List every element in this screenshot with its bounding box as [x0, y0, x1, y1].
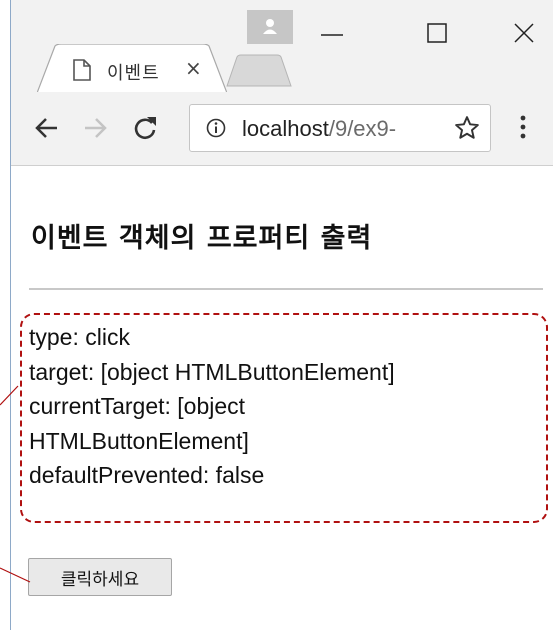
bookmark-star-icon[interactable]: [454, 115, 480, 141]
property-line: target: [object HTMLButtonElement]: [29, 358, 395, 385]
profile-button[interactable]: [247, 10, 293, 44]
forward-arrow-icon[interactable]: [81, 116, 109, 140]
property-line: currentTarget: [object: [29, 393, 246, 419]
close-icon[interactable]: [507, 18, 547, 48]
click-button[interactable]: 클릭하세요: [28, 558, 172, 596]
info-icon[interactable]: [206, 118, 226, 138]
divider: [29, 288, 543, 290]
menu-dots-icon[interactable]: [519, 114, 527, 140]
person-icon: [263, 19, 277, 34]
page-content: 이벤트 객체의 프로퍼티 출력 type: click target: [obj…: [11, 166, 553, 630]
property-line: HTMLButtonElement]: [29, 427, 249, 454]
tab-title: 이벤트: [107, 63, 160, 84]
new-tab-button[interactable]: [225, 54, 295, 88]
url-host: localhost: [242, 116, 329, 141]
annotation-pointers: [0, 385, 31, 583]
url-path: /9/ex9-: [328, 116, 397, 141]
title-bar: 이벤트 ×: [11, 0, 553, 94]
document-icon: [73, 59, 91, 81]
property-line: defaultPrevented: false: [29, 462, 265, 488]
maximize-icon[interactable]: [419, 18, 459, 48]
minimize-icon[interactable]: [313, 18, 353, 48]
browser-tab[interactable]: 이벤트 ×: [37, 44, 227, 94]
browser-toolbar: localhost/9/ex9-: [11, 92, 553, 166]
property-line: type: click: [29, 324, 130, 350]
property-output: type: click target: [object HTMLButtonEl…: [29, 320, 549, 524]
url-text[interactable]: localhost/9/ex9-: [242, 116, 396, 142]
page-title: 이벤트 객체의 프로퍼티 출력: [31, 223, 373, 254]
address-bar[interactable]: localhost/9/ex9-: [189, 104, 491, 152]
tab-close-icon[interactable]: ×: [185, 56, 202, 80]
reload-icon[interactable]: [131, 114, 159, 142]
